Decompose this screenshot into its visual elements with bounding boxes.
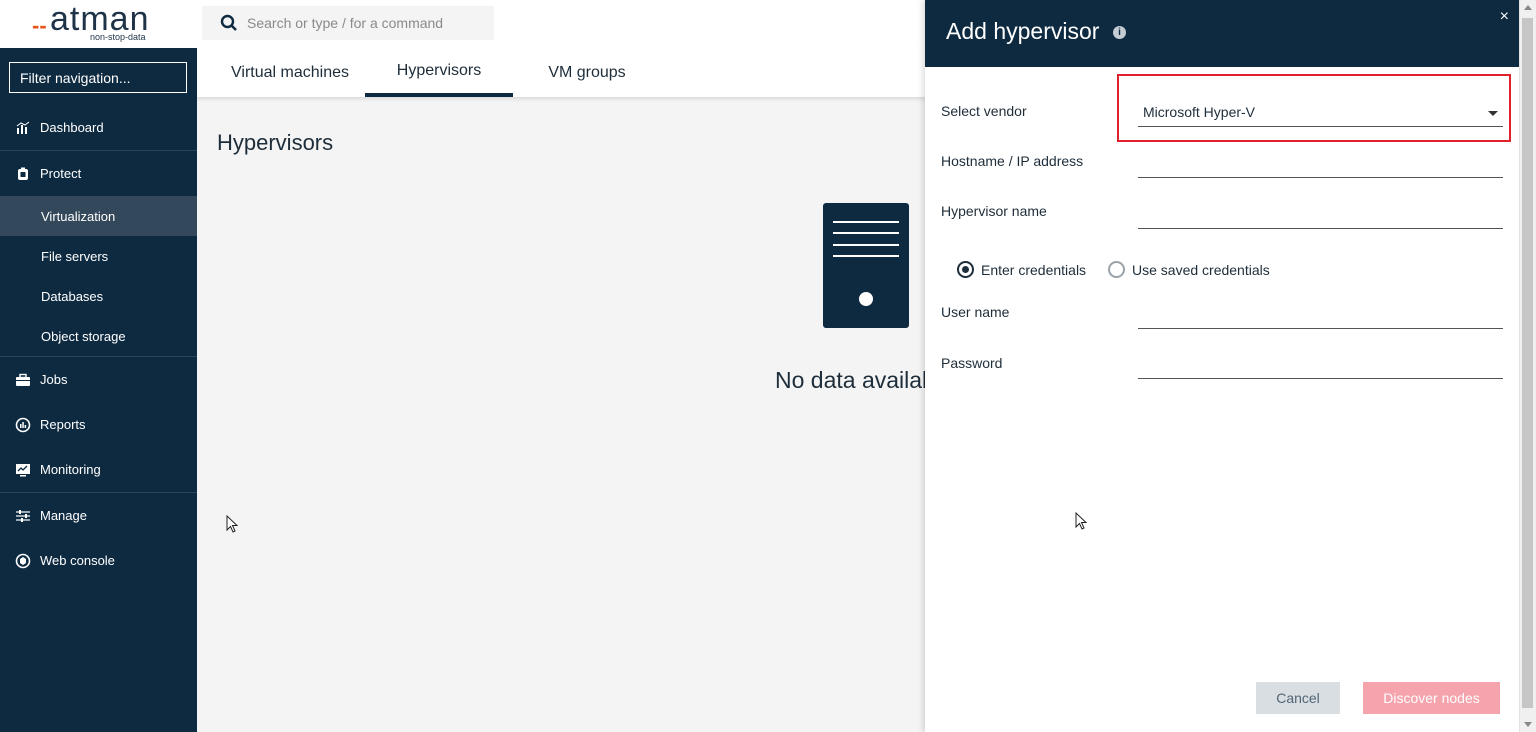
drawer-header: Add hypervisor i × — [925, 0, 1519, 67]
vendor-select[interactable]: Microsoft Hyper-V — [1143, 104, 1255, 120]
sidebar-item-file-servers[interactable]: File servers — [0, 236, 197, 276]
page-title: Hypervisors — [217, 130, 334, 155]
hostname-label: Hostname / IP address — [941, 153, 1084, 169]
password-label: Password — [941, 355, 1003, 371]
sidebar-item-jobs[interactable]: Jobs — [0, 357, 197, 402]
tab-vm-groups[interactable]: VM groups — [513, 48, 661, 97]
radio-saved-credentials[interactable] — [1108, 261, 1125, 278]
close-button[interactable]: × — [1500, 8, 1509, 26]
shield-icon — [14, 165, 32, 183]
info-icon[interactable]: i — [1113, 26, 1126, 39]
scroll-down-icon[interactable] — [1524, 722, 1532, 727]
tab-virtual-machines[interactable]: Virtual machines — [215, 48, 365, 97]
sidebar-item-manage[interactable]: Manage — [0, 493, 197, 538]
nav-menu: Dashboard Protect Virtualization File se… — [0, 105, 197, 583]
sidebar-item-object-storage[interactable]: Object storage — [0, 316, 197, 356]
sidebar-item-reports[interactable]: Reports — [0, 402, 197, 447]
hostname-field[interactable] — [1138, 177, 1503, 178]
sidebar-item-label: Monitoring — [40, 462, 101, 477]
tab-hypervisors[interactable]: Hypervisors — [365, 48, 513, 97]
sidebar-item-label: Manage — [40, 508, 87, 523]
sidebar-item-monitoring[interactable]: Monitoring — [0, 447, 197, 492]
username-field[interactable] — [1138, 328, 1503, 329]
server-icon — [823, 203, 909, 328]
radio-enter-credentials-label[interactable]: Enter credentials — [981, 262, 1086, 278]
sidebar-item-label: Object storage — [41, 328, 126, 344]
chart-icon — [14, 119, 32, 137]
username-label: User name — [941, 304, 1010, 320]
vendor-underline — [1138, 126, 1503, 127]
password-field[interactable] — [1138, 378, 1503, 379]
console-icon — [14, 552, 32, 570]
add-hypervisor-drawer: Add hypervisor i × Select vendor Microso… — [925, 0, 1519, 732]
search-bar[interactable] — [202, 6, 494, 40]
reports-icon — [14, 416, 32, 434]
vendor-label: Select vendor — [941, 103, 1027, 119]
sidebar-item-dashboard[interactable]: Dashboard — [0, 105, 197, 150]
sidebar-item-label: Virtualization — [41, 208, 116, 224]
sidebar-item-virtualization[interactable]: Virtualization — [0, 196, 197, 236]
sidebar: -- atman non-stop-data Dashboard Protect… — [0, 0, 197, 732]
sidebar-item-label: Reports — [40, 417, 86, 432]
sidebar-item-label: File servers — [41, 248, 109, 264]
logo[interactable]: -- atman non-stop-data — [0, 0, 197, 48]
discover-nodes-button[interactable]: Discover nodes — [1363, 682, 1500, 714]
sidebar-item-protect[interactable]: Protect — [0, 151, 197, 196]
search-icon — [220, 14, 237, 31]
scrollbar[interactable] — [1519, 0, 1536, 732]
drawer-title: Add hypervisor — [946, 18, 1100, 44]
briefcase-icon — [14, 371, 32, 389]
sidebar-item-label: Databases — [41, 288, 104, 304]
filter-navigation-input[interactable] — [9, 62, 187, 93]
radio-enter-credentials[interactable] — [957, 261, 974, 278]
cancel-button[interactable]: Cancel — [1256, 682, 1340, 714]
sidebar-item-web-console[interactable]: Web console — [0, 538, 197, 583]
cursor-icon — [1075, 512, 1087, 530]
scroll-up-icon[interactable] — [1524, 5, 1532, 10]
scrollbar-thumb[interactable] — [1522, 18, 1533, 708]
empty-state-text: No data available — [775, 367, 925, 393]
logo-tagline: non-stop-data — [90, 32, 146, 42]
search-input[interactable] — [247, 15, 487, 31]
sliders-icon — [14, 507, 32, 525]
radio-saved-credentials-label[interactable]: Use saved credentials — [1132, 262, 1270, 278]
hypervisor-name-field[interactable] — [1138, 228, 1503, 229]
sidebar-item-label: Dashboard — [40, 120, 104, 135]
monitor-icon — [14, 461, 32, 479]
cursor-icon — [226, 515, 238, 533]
chevron-down-icon[interactable] — [1488, 111, 1498, 116]
sidebar-item-label: Jobs — [40, 372, 68, 387]
sidebar-item-databases[interactable]: Databases — [0, 276, 197, 316]
hypervisor-name-label: Hypervisor name — [941, 203, 1047, 219]
sidebar-item-label: Protect — [40, 166, 82, 181]
logo-dash: -- — [32, 13, 47, 38]
sidebar-item-label: Web console — [40, 553, 115, 568]
